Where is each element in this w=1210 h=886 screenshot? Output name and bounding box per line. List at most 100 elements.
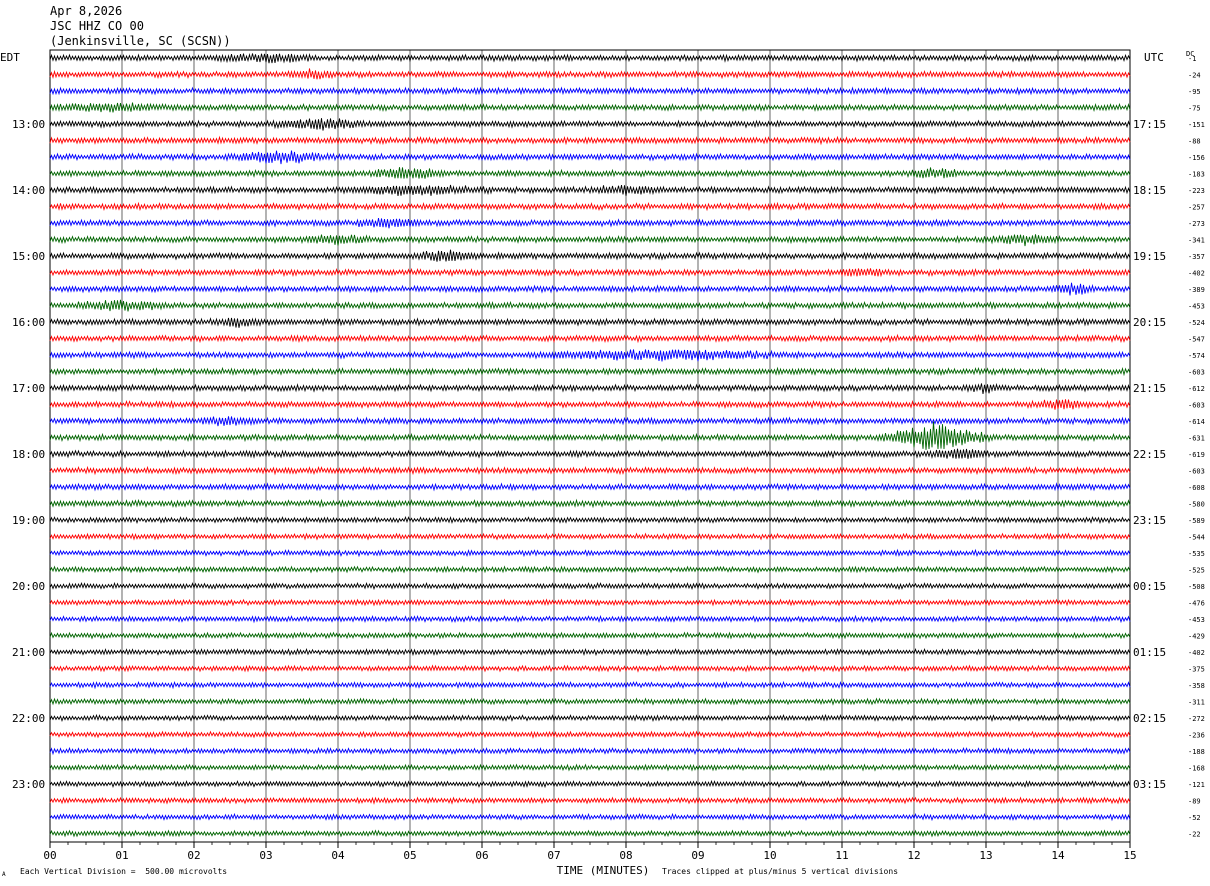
right-hour-label: 19:15: [1133, 250, 1166, 263]
dc-offset-label: -95: [1188, 88, 1201, 96]
trace-line: [49, 102, 1131, 113]
trace-line: [49, 812, 1131, 822]
trace-line: [49, 366, 1131, 377]
trace-line: [49, 829, 1131, 838]
trace-line: [49, 614, 1131, 624]
scale-note: Each Vertical Division = 500.00 microvol…: [20, 867, 228, 876]
trace-line: [49, 299, 1131, 312]
dc-offset-label: -544: [1188, 534, 1205, 542]
dc-offset-label: -603: [1188, 369, 1205, 377]
trace-line: [49, 532, 1131, 541]
dc-offset-label: -608: [1188, 484, 1205, 492]
trace-line: [49, 52, 1131, 64]
right-hour-label: 03:15: [1133, 778, 1166, 791]
left-hour-label: 22:00: [12, 712, 45, 725]
dc-offset-label: -453: [1188, 303, 1205, 311]
left-hour-label: 23:00: [12, 778, 45, 791]
left-hour-label: 15:00: [12, 250, 45, 263]
trace-line: [49, 482, 1131, 492]
trace-line: [49, 763, 1131, 772]
dc-offset-label: -574: [1188, 352, 1205, 360]
dc-offset-label: -75: [1188, 105, 1201, 113]
x-tick-label: 04: [331, 849, 345, 862]
trace-line: [49, 201, 1131, 212]
trace-line: [49, 416, 1131, 427]
trace-line: [49, 217, 1131, 229]
right-hour-label: 20:15: [1133, 316, 1166, 329]
right-hour-label: 02:15: [1133, 712, 1166, 725]
dc-offset-label: -476: [1188, 600, 1205, 608]
right-hour-label: 21:15: [1133, 382, 1166, 395]
helicorder-plot: 00 01 02 03 04 05 06 07 08 09 10 11 12 13 14 15 TIME (MI…: [0, 49, 1205, 877]
dc-offset-label: -88: [1188, 138, 1201, 146]
trace-line: [49, 118, 1131, 131]
dc-offset-label: -612: [1188, 385, 1205, 393]
x-tick-label: 01: [115, 849, 128, 862]
trace-line: [49, 382, 1131, 394]
clip-note: Traces clipped at plus/minus 5 vertical …: [662, 867, 899, 876]
left-hour-label: 20:00: [12, 580, 45, 593]
left-timezone-label: EDT: [0, 51, 20, 64]
dc-offset-label: -151: [1188, 121, 1205, 129]
trace-line: [49, 349, 1131, 362]
trace-line: [49, 581, 1131, 591]
x-tick-label: 12: [907, 849, 920, 862]
trace-line: [49, 664, 1131, 673]
trace-line: [49, 730, 1131, 739]
x-tick-label: 09: [691, 849, 704, 862]
trace-line: [49, 184, 1131, 197]
x-tick-label: 03: [259, 849, 272, 862]
left-hour-label: 18:00: [12, 448, 45, 461]
right-hour-label: 17:15: [1133, 118, 1166, 131]
trace-line: [49, 598, 1131, 607]
x-tick-label: 13: [979, 849, 992, 862]
x-tick-label: 14: [1051, 849, 1065, 862]
dc-offset-label: -402: [1188, 649, 1205, 657]
left-hour-label: 13:00: [12, 118, 45, 131]
trace-line: [49, 234, 1131, 247]
left-hour-label: 16:00: [12, 316, 45, 329]
trace-line: [49, 680, 1131, 690]
left-hour-label: 14:00: [12, 184, 45, 197]
trace-line: [49, 713, 1131, 723]
dc-offset-label: -1: [1188, 55, 1196, 63]
trace-line: [49, 697, 1131, 706]
trace-line: [49, 421, 1131, 450]
trace-line: [49, 249, 1131, 262]
trace-line: [49, 746, 1131, 756]
trace-line: [49, 465, 1131, 476]
dc-offset-label: -156: [1188, 154, 1205, 162]
dc-offset-label: -183: [1188, 171, 1205, 179]
dc-offset-label: -24: [1188, 72, 1201, 80]
dc-offset-label: -524: [1188, 319, 1205, 327]
x-tick-label: 10: [763, 849, 776, 862]
left-hour-label: 17:00: [12, 382, 45, 395]
dc-offset-label: -508: [1188, 583, 1205, 591]
trace-line: [49, 317, 1131, 328]
x-tick-label: 00: [43, 849, 56, 862]
x-tick-label: 15: [1123, 849, 1136, 862]
dc-offset-label: -236: [1188, 732, 1205, 740]
dc-offset-label: -357: [1188, 253, 1205, 261]
trace-line: [49, 282, 1131, 296]
dc-offset-label: -525: [1188, 567, 1205, 575]
right-hour-label: 23:15: [1133, 514, 1166, 527]
dc-offset-label: -341: [1188, 237, 1205, 245]
x-tick-label: 02: [187, 849, 200, 862]
trace-line: [49, 631, 1131, 640]
trace-line: [49, 68, 1131, 80]
right-hour-label: 18:15: [1133, 184, 1166, 197]
dc-offset-label: -375: [1188, 666, 1205, 674]
trace-line: [49, 448, 1131, 460]
trace-line: [49, 647, 1131, 657]
dc-offset-label: -589: [1188, 517, 1205, 525]
dc-offset-label: -603: [1188, 402, 1205, 410]
trace-line: [49, 399, 1131, 410]
plot-frame: [49, 49, 1131, 843]
dc-offset-label: -429: [1188, 633, 1205, 641]
x-tick-label: 11: [835, 849, 848, 862]
corner-mark: A: [2, 871, 6, 878]
trace-line: [49, 86, 1131, 96]
dc-offset-label: -389: [1188, 286, 1205, 294]
dc-offset-label: -614: [1188, 418, 1205, 426]
